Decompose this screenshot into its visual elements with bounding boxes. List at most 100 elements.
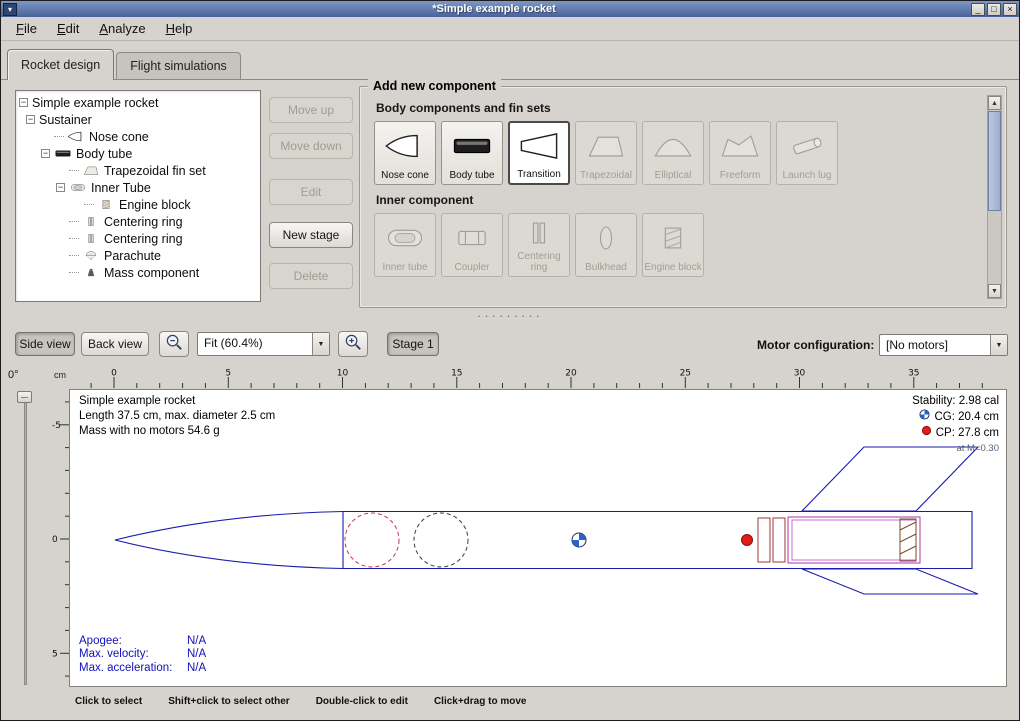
scroll-up-button[interactable]: ▲ <box>988 96 1001 110</box>
close-button[interactable]: × <box>1003 3 1017 16</box>
component-button-label: Bulkhead <box>584 262 628 276</box>
flight-row: Max. acceleration:N/A <box>79 662 206 676</box>
zoom-out-button[interactable] <box>159 331 189 357</box>
svg-text:0: 0 <box>52 535 58 545</box>
component-button-row: Nose cone Body tube Transition Trapezoidal E… <box>374 121 980 185</box>
component-button-label: Freeform <box>719 170 762 184</box>
body-tube-icon <box>450 122 494 170</box>
motor-configuration-combo[interactable]: [No motors] ▼ <box>879 334 1008 356</box>
zoom-dropdown-arrow-icon[interactable]: ▼ <box>312 333 329 355</box>
scroll-down-button[interactable]: ▼ <box>988 284 1001 298</box>
mass-component-icon <box>82 266 100 279</box>
tree-item-centering-ring[interactable]: Centering ring <box>16 213 260 230</box>
add-transition-button[interactable]: Transition <box>508 121 570 185</box>
minimize-button[interactable]: _ <box>971 3 985 16</box>
zoom-in-button[interactable] <box>338 331 368 357</box>
coupler-icon <box>450 214 494 262</box>
tree-expander-icon[interactable]: − <box>19 98 28 107</box>
tab-bar: Rocket designFlight simulations <box>7 47 1019 79</box>
svg-text:20: 20 <box>565 369 577 379</box>
back-view-button[interactable]: Back view <box>81 332 149 356</box>
side-view-button[interactable]: Side view <box>15 332 75 356</box>
zoom-combo[interactable]: Fit (60.4%) ▼ <box>197 332 330 356</box>
window-title: *Simple example rocket <box>19 3 969 15</box>
inner-tube-icon <box>69 181 87 194</box>
svg-text:30: 30 <box>794 369 806 379</box>
add-centering-ring-button: Centering ring <box>508 213 570 277</box>
flight-row: Max. velocity:N/A <box>79 648 206 662</box>
zoom-out-icon <box>165 333 184 355</box>
menu-help[interactable]: Help <box>157 18 202 39</box>
tree-item-inner-tube[interactable]: − Inner Tube <box>16 179 260 196</box>
svg-text:-5: -5 <box>52 421 61 431</box>
rotation-slider[interactable] <box>24 393 27 685</box>
status-hints: Click to selectShift+click to select oth… <box>75 696 526 707</box>
stage-1-toggle[interactable]: Stage 1 <box>387 332 439 356</box>
tree-item-parachute[interactable]: Parachute <box>16 247 260 264</box>
move-up-button: Move up <box>269 97 353 123</box>
component-scrollbar[interactable]: ▲ ▼ <box>987 95 1002 299</box>
add-launch-lug-button: Launch lug <box>776 121 838 185</box>
cg-marker <box>572 533 586 547</box>
motor-configuration-value: [No motors] <box>880 335 990 355</box>
cp-value: CP: 27.8 cm <box>936 426 999 441</box>
svg-text:5: 5 <box>52 649 58 659</box>
scrollbar-thumb[interactable] <box>988 111 1001 211</box>
tree-connector <box>69 170 79 171</box>
component-button-label: Elliptical <box>654 170 693 184</box>
tree-expander-icon[interactable]: − <box>41 149 50 158</box>
tree-connector <box>69 221 79 222</box>
tree-item-engine-block[interactable]: Engine block <box>16 196 260 213</box>
tab-rocket-design[interactable]: Rocket design <box>7 49 114 80</box>
tree-item-centering-ring[interactable]: Centering ring <box>16 230 260 247</box>
add-nose-cone-button[interactable]: Nose cone <box>374 121 436 185</box>
svg-text:10: 10 <box>337 369 349 379</box>
rocket-canvas[interactable]: Simple example rocket Length 37.5 cm, ma… <box>69 389 1007 687</box>
rotation-slider-handle[interactable] <box>17 391 32 403</box>
tab-flight-simulations[interactable]: Flight simulations <box>116 52 241 79</box>
flight-label: Apogee: <box>79 635 187 649</box>
tree-item-label: Centering ring <box>104 232 183 246</box>
flight-value: N/A <box>187 662 206 676</box>
tree-item-trapezoidal-fin-set[interactable]: Trapezoidal fin set <box>16 162 260 179</box>
component-tree[interactable]: −Simple example rocket−SustainerNose con… <box>15 90 261 302</box>
svg-text:15: 15 <box>451 369 462 379</box>
zoom-in-icon <box>344 333 363 355</box>
zoom-value: Fit (60.4%) <box>198 333 312 355</box>
rocket-mass: Mass with no motors 54.6 g <box>79 424 275 439</box>
menu-edit[interactable]: Edit <box>48 18 88 39</box>
tree-connector <box>54 136 64 137</box>
menu-analyze[interactable]: Analyze <box>90 18 154 39</box>
inner-tube-icon <box>383 214 427 262</box>
add-engine-block-button: Engine block <box>642 213 704 277</box>
tree-item-body-tube[interactable]: −Body tube <box>16 145 260 162</box>
tree-expander-icon[interactable]: − <box>56 183 65 192</box>
tree-item-label: Sustainer <box>39 113 92 127</box>
tree-item-label: Mass component <box>104 266 199 280</box>
action-buttons: Move upMove downEditNew stageDelete <box>269 90 353 302</box>
window-menu-icon[interactable]: ▾ <box>3 3 17 16</box>
titlebar[interactable]: ▾ *Simple example rocket _ □ × <box>1 1 1019 17</box>
maximize-button[interactable]: □ <box>987 3 1001 16</box>
component-button-label: Body tube <box>448 170 495 184</box>
nose-cone-icon <box>383 122 427 170</box>
menu-file[interactable]: File <box>7 18 46 39</box>
splitter-handle[interactable]: ········· <box>1 311 1019 325</box>
tree-item-label: Inner Tube <box>91 181 151 195</box>
tree-expander-icon[interactable]: − <box>26 115 35 124</box>
tree-item-sustainer[interactable]: −Sustainer <box>16 111 260 128</box>
flight-value: N/A <box>187 635 206 649</box>
edit-button: Edit <box>269 179 353 205</box>
fin-freeform-icon <box>718 122 762 170</box>
component-button-label: Trapezoidal <box>579 170 633 184</box>
add-body-tube-button[interactable]: Body tube <box>441 121 503 185</box>
add-elliptical-button: Elliptical <box>642 121 704 185</box>
delete-button: Delete <box>269 263 353 289</box>
tree-item-simple-example-rocket[interactable]: −Simple example rocket <box>16 94 260 111</box>
flight-label: Max. acceleration: <box>79 662 187 676</box>
new-stage-button[interactable]: New stage <box>269 222 353 248</box>
tree-item-nose-cone[interactable]: Nose cone <box>16 128 260 145</box>
motor-dropdown-arrow-icon[interactable]: ▼ <box>990 335 1007 355</box>
tree-item-mass-component[interactable]: Mass component <box>16 264 260 281</box>
rotation-value: 0° <box>8 369 19 381</box>
